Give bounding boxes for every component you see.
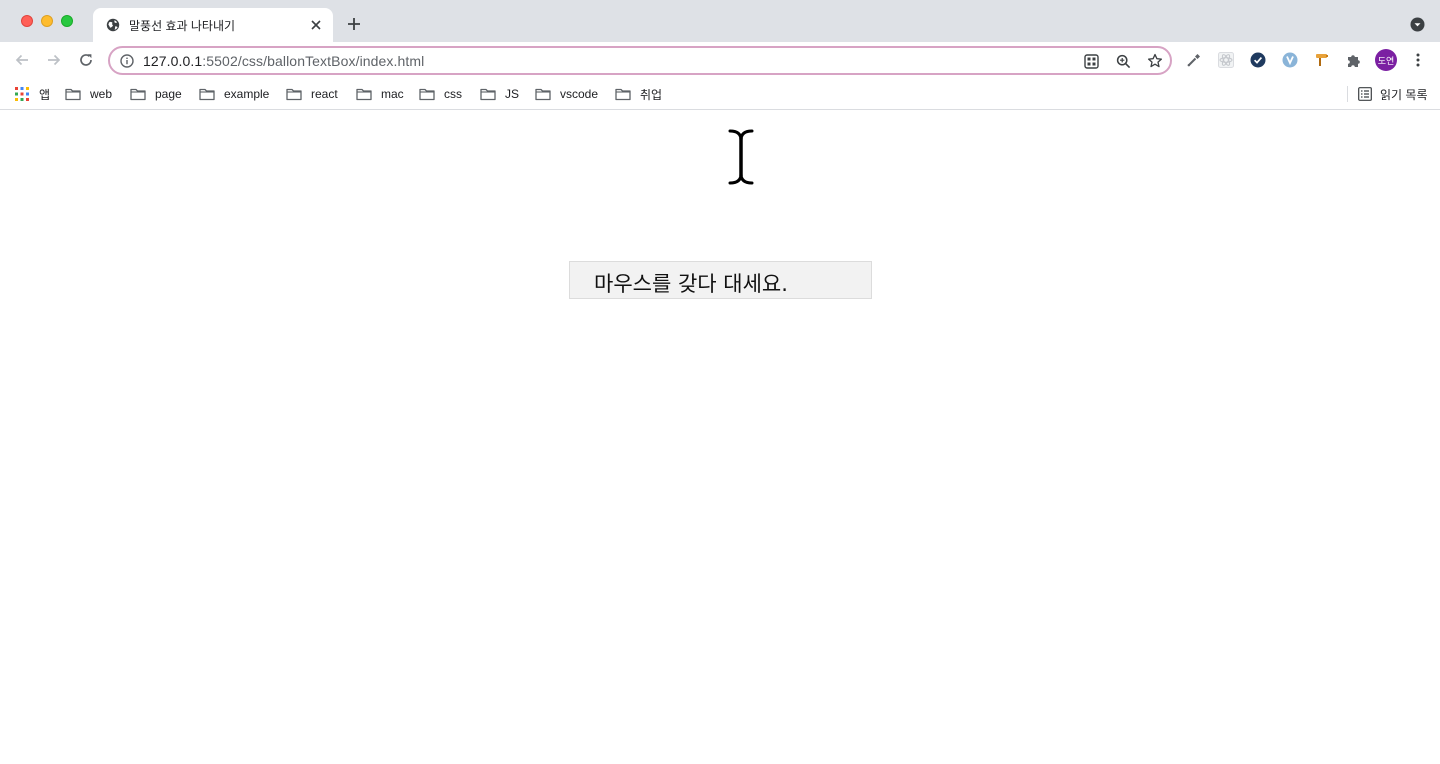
url-text: 127.0.0.1:5502/css/ballonTextBox/index.h… xyxy=(143,53,424,69)
toolbar: 127.0.0.1:5502/css/ballonTextBox/index.h… xyxy=(0,42,1440,78)
reading-list-button[interactable]: 읽기 목록 xyxy=(1358,84,1428,104)
folder-icon xyxy=(615,88,631,101)
bookmark-folder-example[interactable]: example xyxy=(199,84,269,104)
react-devtools-icon[interactable] xyxy=(1218,52,1234,68)
bookmark-label: 취업 xyxy=(640,87,663,102)
page-content: 마우스를 갖다 대세요. xyxy=(0,111,1440,764)
back-arrow-icon[interactable] xyxy=(12,50,32,70)
folder-icon xyxy=(130,88,146,101)
extensions-puzzle-icon[interactable] xyxy=(1346,52,1362,68)
folder-icon xyxy=(535,88,551,101)
qr-code-icon[interactable] xyxy=(1083,53,1099,69)
forward-arrow-icon[interactable] xyxy=(44,50,64,70)
maximize-window-button[interactable] xyxy=(61,15,73,27)
minimize-window-button[interactable] xyxy=(41,15,53,27)
tab-search-icon[interactable] xyxy=(1410,17,1425,32)
reading-list-icon xyxy=(1358,87,1372,101)
url-path: :5502/css/ballonTextBox/index.html xyxy=(202,53,425,69)
tab-active[interactable]: 말풍선 효과 나타내기 xyxy=(93,8,333,42)
folder-icon xyxy=(199,88,215,101)
bookmark-label: mac xyxy=(381,87,404,101)
reload-icon[interactable] xyxy=(76,50,96,70)
bookmark-label: JS xyxy=(505,87,520,101)
url-host: 127.0.0.1 xyxy=(143,53,203,69)
bookmark-label: css xyxy=(444,87,462,101)
bookmark-label: page xyxy=(155,87,182,101)
globe-icon xyxy=(106,18,120,32)
more-menu-icon[interactable] xyxy=(1410,52,1426,68)
bookmark-folder-css[interactable]: css xyxy=(419,84,462,104)
tab-title: 말풍선 효과 나타내기 xyxy=(129,19,236,33)
bookmark-label: vscode xyxy=(560,87,599,101)
bookmark-star-icon[interactable] xyxy=(1147,53,1163,69)
bookmark-apps[interactable]: 앱 xyxy=(15,84,50,104)
bookmarks-divider xyxy=(1347,86,1348,102)
tab-strip: 말풍선 효과 나타내기 xyxy=(0,0,1440,42)
profile-avatar[interactable]: 도연 xyxy=(1375,49,1397,71)
text-cursor-icon xyxy=(727,128,755,186)
bookmarks-bar: 앱 web page example react mac css JS vsco… xyxy=(0,78,1440,110)
bookmark-label: react xyxy=(311,87,338,101)
bookmark-folder-web[interactable]: web xyxy=(65,84,112,104)
reading-list-label: 읽기 목록 xyxy=(1380,87,1428,102)
browser-window: 말풍선 효과 나타내기 127.0.0.1:5502/css/ballonTex… xyxy=(0,0,1440,764)
close-tab-icon[interactable] xyxy=(307,16,325,34)
vue-devtools-icon[interactable] xyxy=(1282,52,1298,68)
check-circle-icon[interactable] xyxy=(1250,52,1266,68)
hover-prompt-text: 마우스를 갖다 대세요. xyxy=(594,272,788,296)
folder-icon xyxy=(356,88,372,101)
address-bar[interactable]: 127.0.0.1:5502/css/ballonTextBox/index.h… xyxy=(108,46,1172,75)
paint-brush-icon[interactable] xyxy=(1314,52,1330,68)
bookmark-folder-mac[interactable]: mac xyxy=(356,84,404,104)
apps-grid-icon xyxy=(15,87,29,101)
bookmark-label: example xyxy=(224,87,270,101)
zoom-icon[interactable] xyxy=(1115,53,1131,69)
close-window-button[interactable] xyxy=(21,15,33,27)
folder-icon xyxy=(480,88,496,101)
bookmark-label: 앱 xyxy=(39,87,51,102)
bookmark-folder-js[interactable]: JS xyxy=(480,84,519,104)
bookmark-folder-vscode[interactable]: vscode xyxy=(535,84,598,104)
folder-icon xyxy=(65,88,81,101)
site-info-icon[interactable] xyxy=(120,54,134,68)
eyedropper-icon[interactable] xyxy=(1186,52,1202,68)
new-tab-icon[interactable] xyxy=(344,14,364,34)
hover-target-box[interactable]: 마우스를 갖다 대세요. xyxy=(569,261,872,299)
bookmark-folder-react[interactable]: react xyxy=(286,84,338,104)
folder-icon xyxy=(419,88,435,101)
bookmark-label: web xyxy=(90,87,113,101)
bookmark-folder-page[interactable]: page xyxy=(130,84,182,104)
folder-icon xyxy=(286,88,302,101)
bookmark-folder-job[interactable]: 취업 xyxy=(615,84,662,104)
